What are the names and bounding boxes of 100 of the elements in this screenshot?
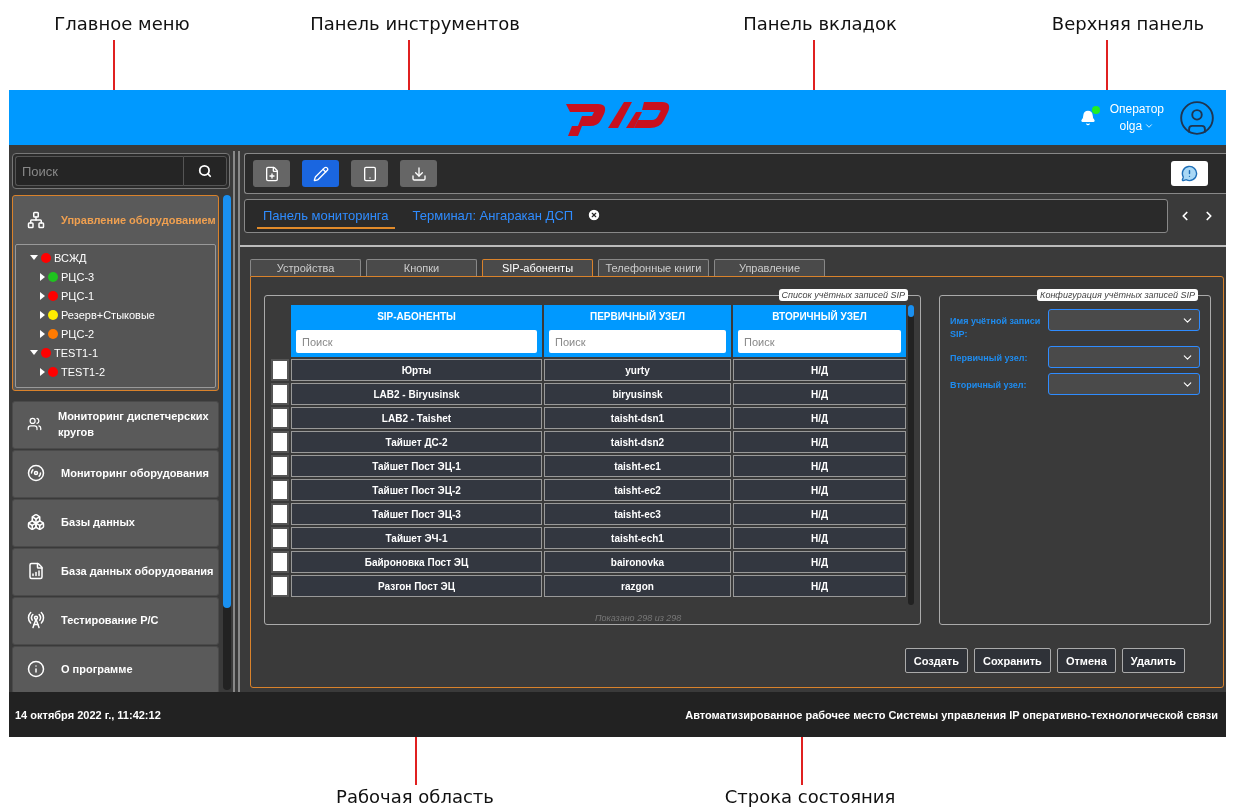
- table-cell: taisht-dsn2: [544, 431, 731, 453]
- row-checkbox[interactable]: [271, 407, 289, 429]
- row-checkbox[interactable]: [271, 455, 289, 477]
- panel-title: Список учётных записей SIP: [778, 289, 908, 301]
- table-cell: Тайшет ЭЧ-1: [291, 527, 542, 549]
- search-button[interactable]: [183, 156, 227, 186]
- tab[interactable]: Терминал: Ангаракан ДСП: [406, 203, 608, 229]
- dropdown[interactable]: [1048, 309, 1200, 331]
- bell-icon[interactable]: [1079, 109, 1096, 126]
- action-button[interactable]: Отмена: [1056, 648, 1116, 673]
- column-search-field[interactable]: Поиск: [291, 327, 542, 357]
- leader-line: [408, 40, 410, 90]
- table-cell: Тайшет ДС-2: [291, 431, 542, 453]
- menu-item[interactable]: Мониторинг диспетчерских кругов: [12, 401, 220, 449]
- download-icon: [410, 165, 427, 182]
- callout-label: Главное меню: [54, 13, 190, 34]
- row-checkbox[interactable]: [271, 503, 289, 525]
- table-cell: Н/Д: [733, 359, 906, 381]
- menu-label: Мониторинг оборудования: [61, 466, 209, 481]
- row-checkbox[interactable]: [271, 383, 289, 405]
- table-cell: Тайшет Пост ЭЦ-2: [291, 479, 542, 501]
- date-time: 14 октября 2022 г., 11:42:12: [15, 708, 161, 721]
- callout-label: Рабочая область: [336, 786, 494, 807]
- dropdown[interactable]: [1048, 346, 1200, 368]
- search-field[interactable]: Поиск: [12, 153, 230, 189]
- tree-item[interactable]: Резерв+Стыковые: [61, 308, 155, 321]
- tree-item[interactable]: ВСЖД: [54, 251, 87, 264]
- chart-file-icon: [27, 562, 45, 580]
- action-button[interactable]: Сохранить: [973, 648, 1051, 673]
- table-cell: Н/Д: [733, 431, 906, 453]
- menu-item[interactable]: База данных оборудования: [12, 548, 220, 596]
- toolbar-button[interactable]: [253, 160, 290, 187]
- toolbar-button[interactable]: [351, 160, 388, 187]
- column-search-field[interactable]: Поиск: [733, 327, 906, 357]
- avatar-icon[interactable]: [1178, 98, 1216, 137]
- row-checkbox[interactable]: [271, 479, 289, 501]
- table-cell: Н/Д: [733, 503, 906, 525]
- row-checkbox[interactable]: [271, 431, 289, 453]
- tab[interactable]: Кнопки: [366, 259, 477, 276]
- action-button[interactable]: Создать: [904, 648, 968, 673]
- table-cell: LAB2 - Taishet: [291, 407, 542, 429]
- tab[interactable]: Панель мониторинга: [257, 203, 395, 229]
- app-title: Автоматизированное рабочее место Системы управления IP оперативно-технологической связи: [685, 708, 1218, 721]
- menu-label: Тестирование Р/С: [61, 613, 159, 628]
- row-checkbox[interactable]: [271, 359, 289, 381]
- menu-label: Мониторинг диспетчерских кругов: [58, 409, 210, 440]
- menu-label: О программе: [61, 662, 133, 677]
- row-checkbox[interactable]: [271, 575, 289, 597]
- tree-item[interactable]: TEST1-2: [61, 365, 105, 378]
- tab[interactable]: Управление: [714, 259, 825, 276]
- table-cell: Тайшет Пост ЭЦ-1: [291, 455, 542, 477]
- table-cell: biryusinsk: [544, 383, 731, 405]
- field-label: Вторичный узел:: [950, 379, 1028, 392]
- scrollbar[interactable]: [223, 195, 231, 690]
- toolbar-button[interactable]: [302, 160, 339, 187]
- action-button[interactable]: Удалить: [1121, 648, 1185, 673]
- menu-label: База данных оборудования: [61, 564, 214, 579]
- table-cell: razgon: [544, 575, 731, 597]
- scrollbar[interactable]: [908, 305, 914, 605]
- close-icon[interactable]: [587, 208, 602, 222]
- tab[interactable]: Устройства: [250, 259, 361, 276]
- menu-item[interactable]: Управление оборудованием ВСЖД РЦС-3 РЦС-1 Резерв+Стыковые РЦС-2 TEST1-1 TEST1-2: [12, 195, 220, 391]
- new-file-icon: [263, 165, 280, 182]
- row-checkbox[interactable]: [271, 551, 289, 573]
- leader-line: [813, 40, 815, 90]
- leader-line: [801, 737, 803, 785]
- toolbar-button[interactable]: [400, 160, 437, 187]
- tab[interactable]: Телефонные книги: [598, 259, 709, 276]
- tablet-icon: [361, 165, 378, 182]
- table-cell: LAB2 - Biryusinsk: [291, 383, 542, 405]
- panel-splitter[interactable]: [233, 151, 240, 692]
- row-checkbox[interactable]: [271, 527, 289, 549]
- help-button[interactable]: [1171, 161, 1208, 186]
- leader-line: [113, 40, 115, 90]
- table-cell: Н/Д: [733, 527, 906, 549]
- cubes-icon: [27, 513, 45, 531]
- table-cell: Юрты: [291, 359, 542, 381]
- callout-label: Верхняя панель: [1051, 13, 1205, 34]
- leader-line: [1106, 40, 1108, 90]
- table-cell: Н/Д: [733, 479, 906, 501]
- caret-icon: [1144, 121, 1155, 131]
- tab[interactable]: SIP-абоненты: [482, 259, 593, 276]
- menu-item[interactable]: Тестирование Р/С: [12, 597, 220, 645]
- leader-line: [415, 737, 417, 785]
- tree-item[interactable]: РЦС-3: [61, 270, 95, 283]
- menu-item[interactable]: Базы данных: [12, 499, 220, 547]
- tree-item[interactable]: TEST1-1: [54, 346, 98, 359]
- callout-label: Строка состояния: [724, 786, 896, 807]
- panel-title: Конфигурация учётных записей SIP: [1037, 289, 1198, 301]
- dropdown[interactable]: [1048, 373, 1200, 395]
- menu-label: Управление оборудованием: [61, 213, 216, 228]
- table-cell: taisht-ec2: [544, 479, 731, 501]
- field-label: Имя учётной записи SIP:: [950, 315, 1042, 341]
- tree-item[interactable]: РЦС-1: [61, 289, 95, 302]
- column-search-field[interactable]: Поиск: [544, 327, 731, 357]
- tree-item[interactable]: РЦС-2: [61, 327, 95, 340]
- menu-item[interactable]: Мониторинг оборудования: [12, 450, 220, 498]
- table-cell: yurty: [544, 359, 731, 381]
- table-cell: taisht-ec1: [544, 455, 731, 477]
- menu-item[interactable]: О программе: [12, 646, 220, 694]
